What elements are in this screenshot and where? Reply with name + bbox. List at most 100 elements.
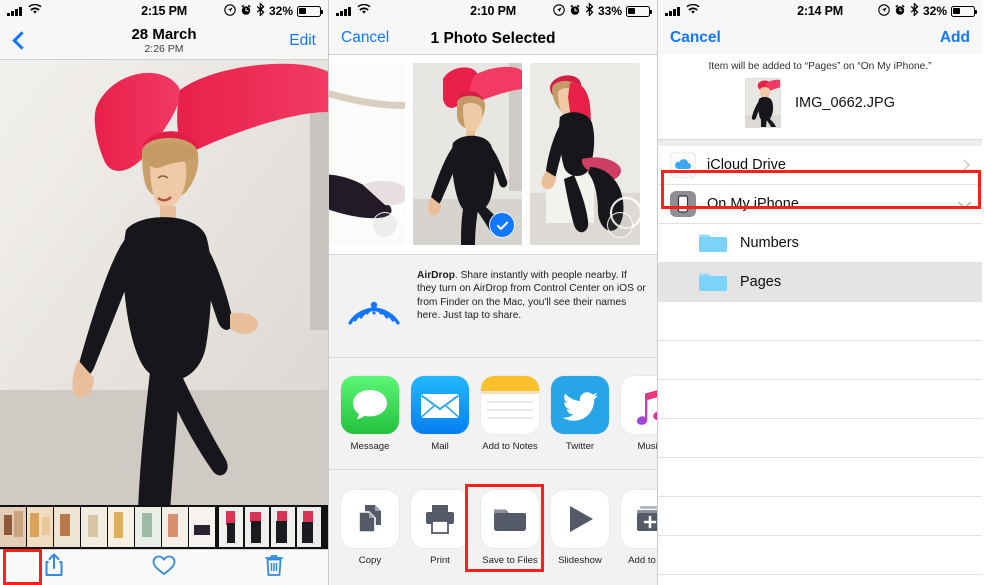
alarm-clock-icon bbox=[240, 4, 252, 19]
chevron-right-icon bbox=[958, 159, 970, 171]
folder-label: Numbers bbox=[740, 235, 799, 251]
battery-percent: 32% bbox=[922, 4, 947, 18]
chevron-down-icon bbox=[958, 196, 971, 209]
status-right-group: 32% bbox=[224, 2, 324, 19]
add-to-album-icon bbox=[621, 489, 657, 548]
status-right-group: 32% bbox=[878, 2, 978, 19]
app-label: Music bbox=[637, 440, 658, 452]
folder-row-pages[interactable]: Pages bbox=[658, 263, 982, 302]
notes-icon bbox=[481, 375, 539, 434]
folder-label: Pages bbox=[740, 274, 782, 290]
location-arrow-icon bbox=[553, 3, 565, 19]
app-label: Mail bbox=[431, 440, 449, 452]
main-photo[interactable] bbox=[0, 60, 328, 512]
back-chevron-icon[interactable] bbox=[12, 31, 31, 50]
share-icon[interactable] bbox=[44, 553, 64, 582]
icloud-icon bbox=[670, 152, 696, 178]
right-nav-bar: Cancel Add bbox=[658, 22, 982, 54]
status-bar-left: 2:15 PM 32% bbox=[0, 0, 328, 22]
message-icon bbox=[341, 375, 399, 434]
copy-icon bbox=[341, 489, 399, 548]
action-add-to-album[interactable]: Add to Alb bbox=[621, 489, 657, 566]
share-app-twitter[interactable]: Twitter bbox=[551, 375, 609, 452]
empty-list-row bbox=[658, 497, 982, 536]
alarm-clock-icon bbox=[569, 4, 581, 19]
airdrop-section[interactable]: AirDrop. Share instantly with people nea… bbox=[329, 254, 657, 358]
status-bar-right: 2:14 PM 32% bbox=[658, 0, 982, 22]
photo-thumbnail-selected[interactable] bbox=[413, 63, 522, 245]
heart-icon[interactable] bbox=[152, 555, 176, 581]
action-save-to-files[interactable]: Save to Files bbox=[481, 489, 539, 566]
action-slideshow[interactable]: Slideshow bbox=[551, 489, 609, 566]
bluetooth-icon bbox=[910, 2, 919, 19]
empty-list-row bbox=[658, 380, 982, 419]
page-subtitle: 2:26 PM bbox=[144, 42, 184, 55]
music-icon bbox=[621, 375, 657, 434]
mid-nav-bar: Cancel 1 Photo Selected bbox=[329, 22, 657, 55]
share-app-notes[interactable]: Add to Notes bbox=[481, 375, 539, 452]
action-label: Copy bbox=[358, 554, 382, 566]
selection-circle[interactable] bbox=[372, 212, 398, 238]
location-arrow-icon bbox=[224, 3, 236, 19]
mail-icon bbox=[411, 375, 469, 434]
folder-row-numbers[interactable]: Numbers bbox=[658, 224, 982, 263]
folder-icon bbox=[698, 231, 728, 255]
trash-icon[interactable] bbox=[264, 554, 284, 582]
add-button[interactable]: Add bbox=[940, 29, 970, 47]
empty-list-row bbox=[658, 536, 982, 575]
empty-list-row bbox=[658, 341, 982, 380]
photo-filmstrip[interactable] bbox=[0, 505, 328, 549]
selection-checkmark[interactable] bbox=[489, 212, 515, 238]
photo-thumbnail[interactable] bbox=[530, 63, 640, 245]
action-copy[interactable]: Copy bbox=[341, 489, 399, 566]
folder-icon bbox=[698, 270, 728, 294]
list-separator bbox=[658, 139, 982, 146]
action-label: Save to Files bbox=[482, 554, 538, 566]
action-label: Slideshow bbox=[558, 554, 602, 566]
folder-icon bbox=[481, 489, 539, 548]
airdrop-title: AirDrop bbox=[417, 270, 455, 281]
app-label: Add to Notes bbox=[482, 440, 538, 452]
cancel-button[interactable]: Cancel bbox=[341, 29, 389, 47]
battery-icon bbox=[626, 5, 653, 17]
bluetooth-icon bbox=[256, 2, 265, 19]
empty-list-row bbox=[658, 458, 982, 497]
share-app-mail[interactable]: Mail bbox=[411, 375, 469, 452]
selection-circle[interactable] bbox=[607, 212, 633, 238]
cancel-button[interactable]: Cancel bbox=[670, 29, 721, 47]
right-panel-files-picker: 2:14 PM 32% Cancel Add Item will be adde… bbox=[658, 0, 982, 585]
share-actions-row: Copy Print Save to Files Slideshow Add t… bbox=[329, 470, 657, 585]
status-bar-mid: 2:10 PM 33% bbox=[329, 0, 657, 22]
app-label: Message bbox=[350, 440, 390, 452]
airdrop-description: AirDrop. Share instantly with people nea… bbox=[417, 269, 647, 323]
battery-percent: 32% bbox=[268, 4, 293, 18]
location-row-on-my-iphone[interactable]: On My iPhone bbox=[658, 185, 982, 224]
alarm-clock-icon bbox=[894, 4, 906, 19]
twitter-icon bbox=[551, 375, 609, 434]
action-print[interactable]: Print bbox=[411, 489, 469, 566]
left-nav-bar: 28 March 2:26 PM Edit bbox=[0, 22, 328, 60]
location-label: iCloud Drive bbox=[707, 157, 786, 173]
photo-thumbnail[interactable] bbox=[329, 63, 405, 245]
share-app-music[interactable]: Music bbox=[621, 375, 658, 452]
location-arrow-icon bbox=[878, 3, 890, 19]
photo-toolbar bbox=[0, 549, 328, 585]
share-app-message[interactable]: Message bbox=[341, 375, 399, 452]
battery-icon bbox=[951, 5, 978, 17]
mid-panel-share-sheet: 2:10 PM 33% Cancel 1 Photo Selected AirD… bbox=[328, 0, 658, 585]
battery-icon bbox=[297, 5, 324, 17]
battery-percent: 33% bbox=[597, 4, 622, 18]
edit-button[interactable]: Edit bbox=[289, 32, 316, 50]
airdrop-icon bbox=[345, 269, 403, 332]
left-panel-photo-viewer: 2:15 PM 32% 28 March 2:26 PM Edit bbox=[0, 0, 328, 585]
location-label: On My iPhone bbox=[707, 196, 799, 212]
iphone-icon bbox=[670, 191, 696, 217]
destination-note: Item will be added to “Pages” on “On My … bbox=[708, 61, 932, 72]
three-panel-screenshot: 2:15 PM 32% 28 March 2:26 PM Edit 2:10 P… bbox=[0, 0, 984, 585]
status-right-group: 33% bbox=[553, 2, 653, 19]
location-row-icloud-drive[interactable]: iCloud Drive bbox=[658, 146, 982, 185]
play-icon bbox=[551, 489, 609, 548]
action-label: Print bbox=[430, 554, 450, 566]
selected-photos-strip[interactable] bbox=[329, 55, 657, 253]
action-label: Add to Alb bbox=[628, 554, 657, 566]
